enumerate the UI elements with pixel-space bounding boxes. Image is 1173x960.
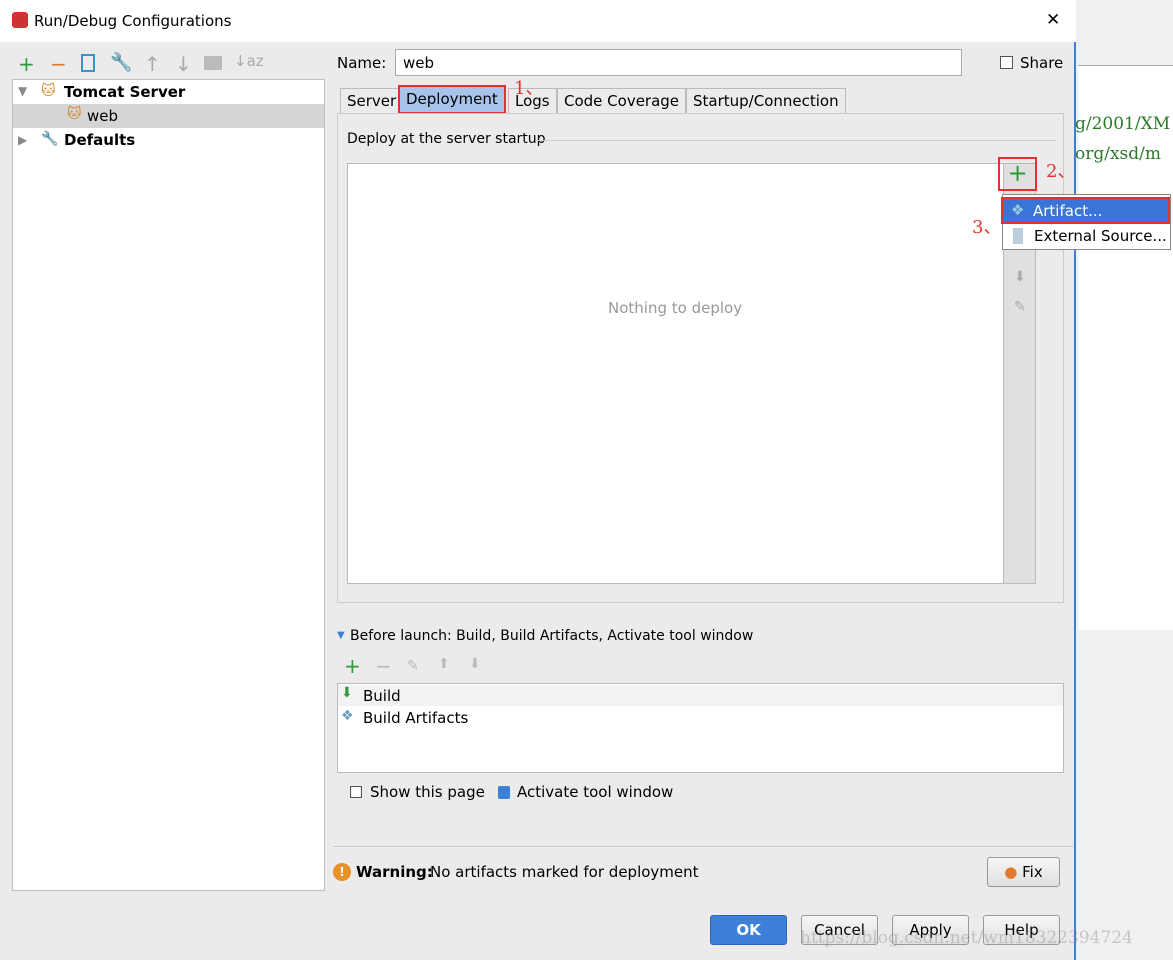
activate-tool-window-checkbox[interactable] xyxy=(498,786,510,799)
add-popup-menu: ❖ Artifact... External Source... xyxy=(1001,194,1171,250)
artifact-icon: ❖ xyxy=(1011,201,1025,219)
deploy-list[interactable]: Nothing to deploy xyxy=(347,163,1004,584)
tab-startup-connection[interactable]: Startup/Connection xyxy=(686,88,846,113)
menu-item-artifact[interactable]: ❖ Artifact... xyxy=(1001,197,1170,224)
annotation-2: 2、 xyxy=(1046,161,1076,182)
edit-icon[interactable]: ✎ xyxy=(1014,299,1026,315)
defaults-icon: 🔧 xyxy=(41,131,59,147)
wrench-icon[interactable]: 🔧 xyxy=(110,52,132,73)
name-label: Name: xyxy=(337,54,387,72)
expand-arrow-icon[interactable]: ▼ xyxy=(18,84,27,98)
share-label: Share xyxy=(1020,54,1064,72)
collapse-arrow-icon[interactable]: ▶ xyxy=(18,133,27,147)
list-item-label: Build xyxy=(363,687,401,705)
intellij-icon xyxy=(12,12,28,28)
collapse-before-launch-icon[interactable]: ▼ xyxy=(337,630,345,641)
deployment-panel: Deploy at the server startup Nothing to … xyxy=(337,113,1064,603)
sort-button[interactable]: ↓az xyxy=(234,52,264,70)
tree-item-defaults[interactable]: Defaults xyxy=(64,131,135,149)
code-line: g/2001/XM xyxy=(1075,114,1171,134)
ok-button[interactable]: OK xyxy=(710,915,787,945)
bulb-icon: ● xyxy=(1004,863,1023,881)
activate-tool-window-label: Activate tool window xyxy=(517,783,674,801)
watermark: https://blog.csdn.net/wm18322394724 xyxy=(800,928,1133,948)
tab-server[interactable]: Server xyxy=(340,88,404,113)
add-deployment-button[interactable]: + xyxy=(998,157,1037,191)
annotation-3: 3、 xyxy=(972,217,1002,238)
tomcat-icon: 🐱 xyxy=(67,106,82,122)
build-icon: ⬇ xyxy=(341,685,353,701)
list-item[interactable]: ⬇ Build xyxy=(338,685,1063,706)
warning-icon: ! xyxy=(333,863,351,881)
before-launch-title[interactable]: Before launch: Build, Build Artifacts, A… xyxy=(350,628,753,644)
empty-text: Nothing to deploy xyxy=(608,299,743,317)
warning-text: No artifacts marked for deployment xyxy=(430,863,699,881)
external-source-icon xyxy=(1013,228,1023,244)
add-config-button[interactable]: + xyxy=(18,52,35,76)
before-launch-list: ⬇ Build ❖ Build Artifacts xyxy=(337,683,1064,773)
move-up-task-button[interactable]: ⬆ xyxy=(438,656,450,672)
menu-item-label: Artifact... xyxy=(1033,202,1103,220)
tree-item-web[interactable]: 🐱 web xyxy=(13,104,324,128)
menu-item-label: External Source... xyxy=(1034,227,1167,245)
share-checkbox[interactable] xyxy=(1000,56,1013,69)
move-down-button[interactable]: ↓ xyxy=(175,52,192,76)
folder-icon[interactable] xyxy=(204,56,222,70)
fix-label: Fix xyxy=(1022,863,1043,881)
title-bar: Run/Debug Configurations ✕ xyxy=(0,0,1076,42)
copy-icon[interactable] xyxy=(81,54,95,72)
warning-bold: Warning: xyxy=(356,863,433,881)
tomcat-icon: 🐱 xyxy=(41,83,56,99)
window-title: Run/Debug Configurations xyxy=(34,12,232,30)
show-page-label: Show this page xyxy=(370,783,485,801)
menu-item-external-source[interactable]: External Source... xyxy=(1003,225,1170,249)
tree-item-tomcat-server[interactable]: Tomcat Server xyxy=(64,83,185,101)
name-input[interactable] xyxy=(395,49,962,76)
tab-code-coverage[interactable]: Code Coverage xyxy=(557,88,687,113)
move-down-icon[interactable]: ⬇ xyxy=(1014,269,1026,285)
fix-button[interactable]: ● Fix xyxy=(987,857,1060,887)
edit-task-button[interactable]: ✎ xyxy=(407,658,419,674)
tab-deployment[interactable]: Deployment xyxy=(398,85,506,114)
config-tree: ▼ 🐱 Tomcat Server 🐱 web ▶ 🔧 Defaults xyxy=(12,79,325,891)
show-page-checkbox[interactable] xyxy=(350,786,362,798)
move-down-task-button[interactable]: ⬇ xyxy=(469,656,481,672)
section-title: Deploy at the server startup xyxy=(347,131,546,147)
list-item[interactable]: ❖ Build Artifacts xyxy=(338,707,1063,728)
tree-item-label: web xyxy=(87,107,119,125)
artifact-icon: ❖ xyxy=(341,708,354,724)
remove-task-button[interactable]: − xyxy=(375,654,392,678)
run-debug-dialog: Run/Debug Configurations ✕ + − 🔧 ↑ ↓ ↓az… xyxy=(0,0,1171,960)
annotation-1: 1、 xyxy=(514,78,544,99)
list-item-label: Build Artifacts xyxy=(363,709,469,727)
add-task-button[interactable]: + xyxy=(344,654,361,678)
close-button[interactable]: ✕ xyxy=(1046,10,1060,30)
move-up-button[interactable]: ↑ xyxy=(144,52,161,76)
code-line: org/xsd/m xyxy=(1075,144,1162,164)
remove-config-button[interactable]: − xyxy=(50,52,67,76)
